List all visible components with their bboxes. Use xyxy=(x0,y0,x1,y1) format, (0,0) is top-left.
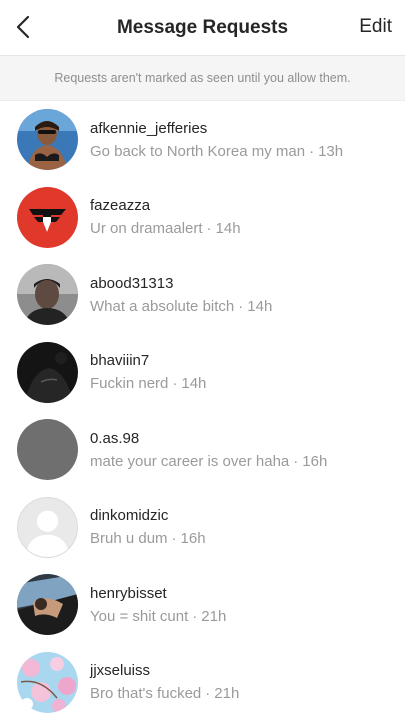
request-preview: Go back to North Korea my man·13h xyxy=(90,143,343,160)
request-username: bhaviiin7 xyxy=(90,352,206,369)
avatar[interactable] xyxy=(17,264,78,325)
request-username: henrybisset xyxy=(90,585,226,602)
request-row[interactable]: jjxseluiss Bro that's fucked·21h xyxy=(0,644,405,721)
request-row[interactable]: abood31313 What a absolute bitch·14h xyxy=(0,256,405,334)
back-button[interactable] xyxy=(8,10,38,44)
request-preview: Bruh u dum·16h xyxy=(90,530,206,547)
request-username: jjxseluiss xyxy=(90,662,239,679)
avatar[interactable] xyxy=(17,342,78,403)
avatar[interactable] xyxy=(17,419,78,480)
request-preview: Fuckin nerd·14h xyxy=(90,375,206,392)
request-row[interactable]: henrybisset You = shit cunt·21h xyxy=(0,566,405,644)
request-row[interactable]: bhaviiin7 Fuckin nerd·14h xyxy=(0,334,405,412)
request-preview: What a absolute bitch·14h xyxy=(90,298,272,315)
request-preview: Ur on dramaalert·14h xyxy=(90,220,241,237)
nav-header: Message Requests Edit xyxy=(0,0,405,56)
avatar[interactable] xyxy=(17,187,78,248)
request-username: abood31313 xyxy=(90,275,272,292)
request-preview: You = shit cunt·21h xyxy=(90,608,226,625)
page-title: Message Requests xyxy=(117,17,288,39)
avatar[interactable] xyxy=(17,652,78,713)
avatar[interactable] xyxy=(17,497,78,558)
request-preview: mate your career is over haha·16h xyxy=(90,453,327,470)
request-username: fazeazza xyxy=(90,197,241,214)
chevron-left-icon xyxy=(16,15,30,39)
message-request-list: afkennie_jefferies Go back to North Kore… xyxy=(0,101,405,721)
request-username: afkennie_jefferies xyxy=(90,120,343,137)
request-row[interactable]: 0.as.98 mate your career is over haha·16… xyxy=(0,411,405,489)
default-avatar-icon xyxy=(18,498,77,557)
request-username: dinkomidzic xyxy=(90,507,206,524)
request-username: 0.as.98 xyxy=(90,430,327,447)
request-row[interactable]: fazeazza Ur on dramaalert·14h xyxy=(0,179,405,257)
avatar[interactable] xyxy=(17,574,78,635)
faze-logo-icon xyxy=(17,187,78,248)
request-preview: Bro that's fucked·21h xyxy=(90,685,239,702)
edit-button[interactable]: Edit xyxy=(359,16,392,38)
request-row[interactable]: afkennie_jefferies Go back to North Kore… xyxy=(0,101,405,179)
seen-notice: Requests aren't marked as seen until you… xyxy=(0,56,405,101)
request-row[interactable]: dinkomidzic Bruh u dum·16h xyxy=(0,489,405,567)
avatar[interactable] xyxy=(17,109,78,170)
